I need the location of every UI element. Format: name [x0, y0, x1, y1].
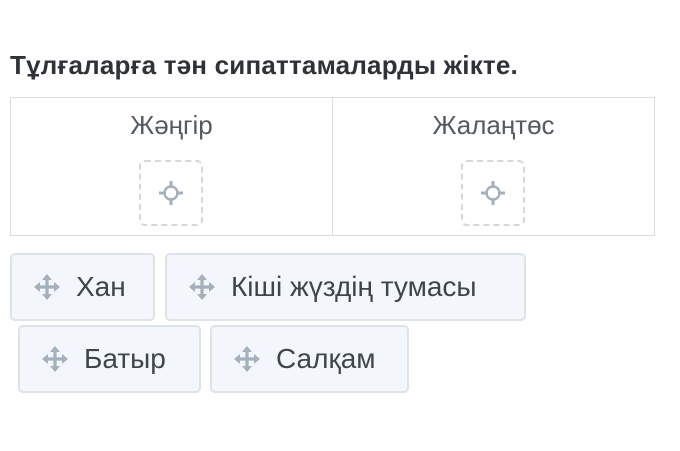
category-label: Жалаңтөс — [432, 110, 555, 140]
drop-target-icon — [158, 181, 183, 205]
draggable-token-salqam[interactable]: Салқам — [210, 325, 409, 393]
draggable-token-kishi-zhuz[interactable]: Кіші жүздің тумасы — [165, 253, 526, 321]
token-label: Кіші жүздің тумасы — [231, 271, 477, 302]
drop-zone-zhalangtos[interactable] — [460, 160, 525, 226]
move-arrows-icon — [40, 344, 70, 374]
question-instruction: Тұлғаларға тән сипаттамаларды жікте. — [10, 50, 518, 80]
draggable-token-khan[interactable]: Хан — [10, 253, 155, 321]
token-label: Хан — [76, 271, 126, 302]
token-label: Салқам — [276, 343, 376, 374]
draggable-token-batyr[interactable]: Батыр — [18, 325, 201, 393]
move-arrows-icon — [187, 272, 217, 302]
category-table: Жәңгір Жалаңтөс — [10, 97, 655, 236]
category-column-zhalangtos: Жалаңтөс — [332, 98, 654, 235]
category-column-zhangir: Жәңгір — [11, 98, 332, 235]
move-arrows-icon — [232, 344, 262, 374]
token-label: Батыр — [84, 343, 166, 374]
drop-target-icon — [480, 181, 505, 205]
drop-zone-zhangir[interactable] — [138, 160, 203, 226]
move-arrows-icon — [32, 272, 62, 302]
category-label: Жәңгір — [130, 110, 213, 140]
